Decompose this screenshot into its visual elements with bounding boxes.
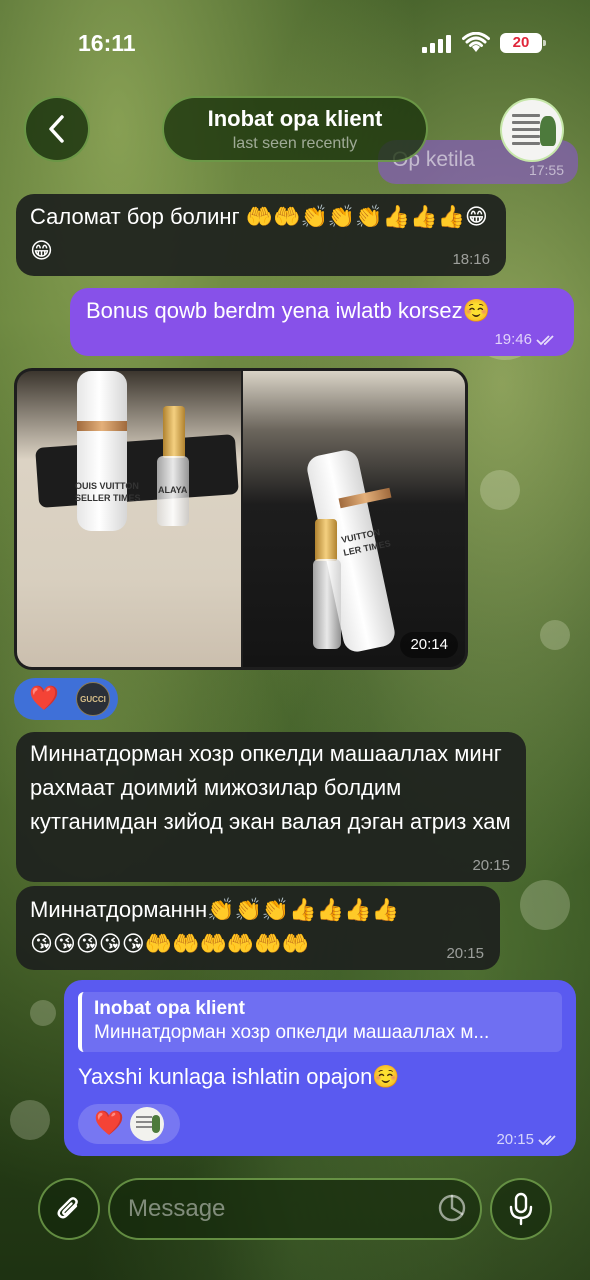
heart-reaction[interactable]: ❤️	[29, 684, 59, 714]
status-time: 16:11	[78, 30, 136, 56]
background-bokeh	[10, 1100, 50, 1140]
perfume-atomizer	[313, 559, 341, 649]
message-time-read: 19:46	[494, 331, 558, 348]
chat-title: Inobat opa klient	[207, 106, 383, 131]
reply-quote[interactable]: Inobat opa klient Миннатдорман хозр опке…	[78, 992, 562, 1052]
chevron-left-icon	[49, 115, 64, 143]
album-time: 20:14	[400, 632, 458, 658]
message-time: 20:15	[496, 1131, 534, 1148]
reply-text: Миннатдорман хозр опкелди машааллах м...	[94, 1022, 490, 1043]
reply-author: Inobat opa klient	[94, 998, 245, 1019]
paperclip-icon	[57, 1197, 78, 1219]
sticker-icon[interactable]	[436, 1192, 468, 1224]
chat-header[interactable]: Inobat opa klient last seen recently	[162, 96, 428, 162]
message-time-read: 20:15	[496, 1131, 560, 1148]
photo-album[interactable]: OUIS VUITTON SELLER TIMES ALAYA VUITTON …	[14, 368, 468, 670]
photo-perfume-1[interactable]: OUIS VUITTON SELLER TIMES ALAYA	[17, 371, 241, 667]
message-text: Миннатдорманнн👏👏👏👍👍👍👍😘😘😘😘😘🤲🤲🤲🤲🤲🤲	[30, 897, 399, 956]
message-time: 19:46	[494, 331, 532, 348]
photo-perfume-2[interactable]: VUITTON LER TIMES	[243, 371, 465, 667]
message-time: 17:55	[528, 162, 564, 178]
message-time: 20:15	[446, 945, 484, 962]
avatar-text-lines	[512, 114, 540, 149]
battery-icon: 20	[500, 33, 546, 53]
double-check-icon	[538, 1135, 556, 1146]
microphone-button[interactable]	[490, 1178, 552, 1240]
message-text: Миннатдорман хозр опкелди машааллах минг…	[30, 741, 511, 834]
message-input[interactable]	[108, 1178, 482, 1240]
message-bubble-incoming[interactable]: Миннатдорман хозр опкелди машааллах минг…	[16, 732, 526, 882]
perfume-atomizer-cap	[163, 406, 185, 458]
wifi-icon	[462, 32, 490, 52]
message-text: Bonus qowb berdm yena iwlatb korsez☺️	[86, 298, 491, 323]
background-bokeh	[30, 1000, 56, 1026]
bottle-label-line: SELLER TIMES	[75, 493, 141, 503]
message-bubble-incoming[interactable]: Миннатдорманнн👏👏👏👍👍👍👍😘😘😘😘😘🤲🤲🤲🤲🤲🤲 20:15	[16, 886, 500, 970]
perfume-atomizer-cap	[315, 519, 337, 561]
double-check-icon	[536, 335, 554, 346]
message-bubble-incoming[interactable]: Саломат бор болинг 🤲🤲👏👏👏👍👍👍😁😁 18:16	[16, 194, 506, 276]
perfume-bottle-ring	[77, 421, 127, 431]
reaction-pill[interactable]: ❤️	[78, 1104, 180, 1144]
perfume-bottle	[77, 371, 127, 531]
reaction-pill[interactable]: ❤️ GUCCI	[14, 678, 118, 720]
background-bokeh	[480, 470, 520, 510]
back-button[interactable]	[24, 96, 90, 162]
background-bokeh	[540, 620, 570, 650]
avatar-plant-image	[540, 116, 556, 146]
cellular-signal-icon	[422, 35, 452, 53]
background-bokeh	[520, 880, 570, 930]
contact-avatar[interactable]	[500, 98, 564, 162]
microphone-icon	[509, 1192, 533, 1226]
message-time: 20:15	[472, 857, 510, 874]
reactor-avatar	[130, 1107, 164, 1141]
message-bubble-outgoing[interactable]: Bonus qowb berdm yena iwlatb korsez☺️ 19…	[70, 288, 574, 356]
reactor-avatar: GUCCI	[76, 682, 110, 716]
status-bar: 16:11 20	[0, 0, 590, 90]
bottle-label-line: OUIS VUITTON	[75, 481, 139, 491]
message-time: 18:16	[452, 251, 490, 268]
message-text: Саломат бор болинг 🤲🤲👏👏👏👍👍👍😁😁	[30, 204, 488, 263]
heart-reaction[interactable]: ❤️	[94, 1109, 124, 1139]
message-bubble-outgoing-reply[interactable]: Inobat opa klient Миннатдорман хозр опке…	[64, 980, 576, 1156]
message-text: Yaxshi kunlaga ishlatin opajon☺️	[78, 1064, 400, 1089]
atomizer-label: ALAYA	[158, 485, 188, 495]
attach-button[interactable]	[38, 1178, 100, 1240]
chat-subtitle: last seen recently	[232, 135, 358, 152]
